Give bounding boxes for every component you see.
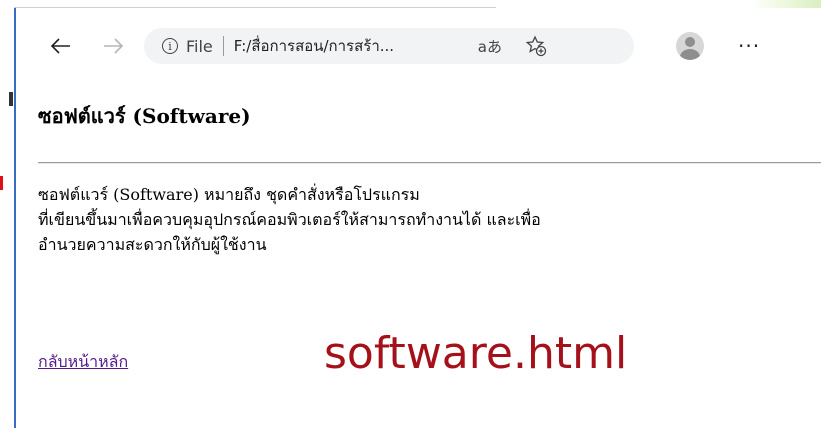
arrow-left-icon: [51, 38, 70, 54]
browser-window: i File F:/สื่อการสอน/การสร้า... aあ ··· ซ…: [14, 8, 821, 428]
url-text[interactable]: F:/สื่อการสอน/การสร้า...: [234, 34, 464, 58]
add-favorite-icon[interactable]: [524, 34, 548, 58]
browser-toolbar: i File F:/สื่อการสอน/การสร้า... aあ ···: [16, 20, 821, 72]
url-scheme-label: File: [186, 36, 213, 56]
slide-margin: [0, 0, 14, 428]
more-menu-button[interactable]: ···: [738, 34, 760, 58]
info-icon[interactable]: i: [162, 38, 178, 54]
read-aloud-icon[interactable]: aあ: [478, 36, 502, 57]
tab-edge: [14, 0, 496, 8]
description-line-1: ซอฟต์แวร์ (Software) หมายถึง ชุดคำสั่งหร…: [38, 185, 420, 204]
back-to-home-link[interactable]: กลับหน้าหลัก: [38, 350, 128, 375]
description-paragraph: ซอฟต์แวร์ (Software) หมายถึง ชุดคำสั่งหร…: [38, 182, 821, 257]
page-content: ซอฟต์แวร์ (Software) ซอฟต์แวร์ (Software…: [38, 100, 821, 379]
page-title: ซอฟต์แวร์ (Software): [38, 104, 251, 128]
address-separator: [222, 36, 224, 56]
forward-button[interactable]: [96, 29, 130, 63]
slide-decoration: [9, 92, 13, 106]
filename-annotation: software.html: [324, 328, 628, 379]
description-line-2: ที่เขียนขึ้นมาเพื่อควบคุมอุปกรณ์คอมพิวเต…: [38, 210, 541, 229]
arrow-right-icon: [104, 38, 123, 54]
description-line-3: อำนวยความสะดวกให้กับผู้ใช้งาน: [38, 235, 267, 254]
horizontal-rule: [38, 162, 821, 164]
address-bar[interactable]: i File F:/สื่อการสอน/การสร้า... aあ: [144, 28, 634, 64]
profile-avatar[interactable]: [676, 32, 704, 60]
slide-decoration-red: [0, 176, 3, 190]
back-button[interactable]: [44, 29, 78, 63]
